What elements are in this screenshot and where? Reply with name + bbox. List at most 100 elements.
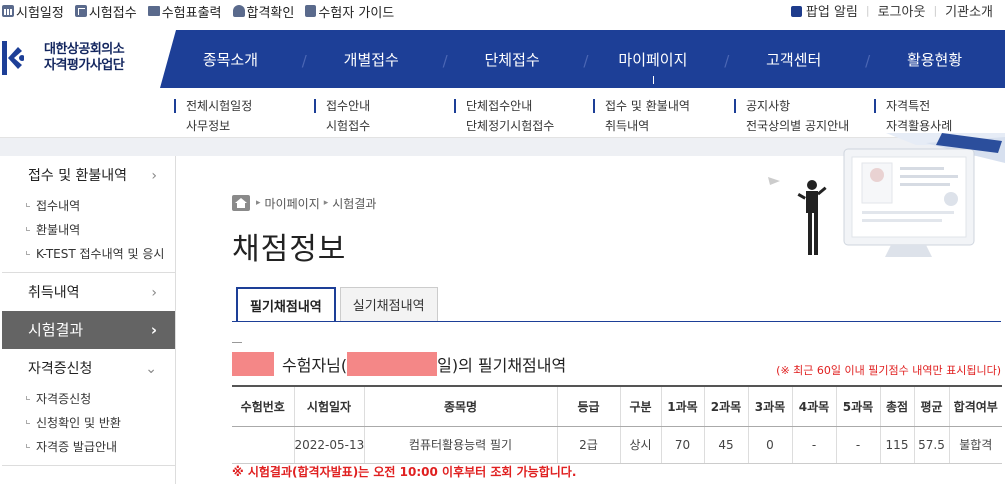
account-links: 팝업 알림 | 로그아웃 | 기관소개 bbox=[783, 0, 1001, 20]
page-title: 채점정보 bbox=[232, 232, 347, 267]
tab-written-scores[interactable]: 필기채점내역 bbox=[236, 287, 336, 322]
hero-illustration bbox=[768, 133, 1005, 257]
sidebar-subitem[interactable]: 환불내역 bbox=[26, 218, 175, 242]
column-header: 시험일자 bbox=[293, 385, 364, 427]
sub-menu-item[interactable]: 접수 및 환불내역 bbox=[605, 96, 690, 116]
popup-alert-link[interactable]: 팝업 알림 bbox=[783, 1, 866, 20]
print-icon bbox=[147, 6, 160, 16]
table-row: 2022-05-13 컴퓨터활용능력 필기 2급 상시 70 45 0 - - … bbox=[232, 426, 1002, 464]
nav-item-group-apply[interactable]: 단체접수 / bbox=[442, 30, 588, 88]
column-header: 합격여부 bbox=[948, 385, 1002, 427]
table-cell: 115 bbox=[879, 426, 914, 464]
recent-notice: (※ 최근 60일 이내 필기점수 내역만 표시됩니다) bbox=[776, 364, 1001, 377]
chevron-right-icon: › bbox=[151, 285, 157, 301]
sidebar-sublist: 자격증신청 신청확인 및 반환 자격증 발급안내 bbox=[2, 387, 175, 459]
nav-item-individual-apply[interactable]: 개별접수 / bbox=[301, 30, 448, 88]
book-icon bbox=[305, 5, 317, 17]
sub-menu-item[interactable]: 전체시험일정 bbox=[186, 96, 252, 116]
calendar-icon bbox=[2, 5, 14, 17]
home-icon[interactable] bbox=[232, 195, 250, 211]
column-header: 종목명 bbox=[363, 385, 557, 427]
column-header: 1과목 bbox=[660, 385, 704, 427]
sidebar-subitem[interactable]: 신청확인 및 반환 bbox=[26, 411, 175, 435]
column-header: 수험번호 bbox=[232, 385, 294, 427]
table-cell: - bbox=[791, 426, 836, 464]
sub-menu-item[interactable]: 단체접수안내 bbox=[466, 96, 554, 116]
sub-menu-col-individual: 접수안내 시험접수 bbox=[314, 96, 370, 136]
breadcrumb-item: 시험결과 bbox=[332, 196, 377, 211]
edit-icon bbox=[74, 5, 87, 17]
column-header: 총점 bbox=[879, 385, 914, 427]
table-cell bbox=[232, 426, 294, 464]
quick-links: 시험일정 시험접수 수험표출력 합격확인 수험자 가이드 bbox=[2, 0, 394, 22]
table-cell: 컴퓨터활용능력 필기 bbox=[363, 426, 557, 464]
breadcrumb: ▸ 마이페이지 ▸ 시험결과 bbox=[232, 194, 376, 212]
nav-item-customer-center[interactable]: 고객센터 / bbox=[723, 30, 870, 88]
chevron-right-icon: › bbox=[150, 321, 157, 339]
column-header: 평균 bbox=[913, 385, 949, 427]
logout-link[interactable]: 로그아웃 bbox=[870, 1, 934, 20]
tab-bar: 필기채점내역 실기채점내역 bbox=[236, 287, 438, 322]
chevron-down-icon: ⌄ bbox=[145, 361, 157, 377]
popup-icon bbox=[790, 5, 802, 17]
sidebar-subitem[interactable]: 자격증 발급안내 bbox=[26, 435, 175, 459]
award-icon bbox=[232, 5, 245, 17]
about-link[interactable]: 기관소개 bbox=[937, 1, 1001, 20]
chevron-right-icon: › bbox=[151, 168, 157, 184]
sidebar-subitem[interactable]: 자격증신청 bbox=[26, 387, 175, 411]
table-cell: 불합격 bbox=[948, 426, 1002, 464]
column-header: 2과목 bbox=[703, 385, 748, 427]
nav-item-usage[interactable]: 활용현황 bbox=[864, 30, 1005, 88]
sidebar-subitem[interactable]: K-TEST 접수내역 및 응시 bbox=[26, 242, 175, 266]
sidebar-item-receipt-refund[interactable]: 접수 및 환불내역 › bbox=[2, 156, 175, 194]
logo-mark-icon bbox=[2, 41, 24, 75]
table-cell: 2급 bbox=[556, 426, 620, 464]
sub-menu-item[interactable]: 단체정기시험접수 bbox=[466, 116, 554, 136]
sidebar-sublist: 접수내역 환불내역 K-TEST 접수내역 및 응시 bbox=[2, 194, 175, 266]
column-header: 5과목 bbox=[835, 385, 880, 427]
nav-item-mypage[interactable]: 마이페이지 / bbox=[582, 30, 729, 88]
logo-line1: 대한상공회의소 bbox=[44, 42, 125, 57]
column-header: 3과목 bbox=[747, 385, 792, 427]
sub-menu: 전체시험일정 사무정보 접수안내 시험접수 단체접수안내 단체정기시험접수 접수… bbox=[0, 88, 1005, 138]
sidebar-item-cert-apply[interactable]: 자격증신청 ⌄ bbox=[2, 349, 175, 387]
sub-menu-item[interactable]: 사무정보 bbox=[186, 116, 252, 136]
sidebar: 접수 및 환불내역 › 접수내역 환불내역 K-TEST 접수내역 및 응시 취득… bbox=[2, 156, 176, 484]
sub-menu-col-mypage: 접수 및 환불내역 취득내역 bbox=[593, 96, 690, 136]
quick-link-exam-schedule[interactable]: 시험일정 bbox=[2, 2, 64, 21]
score-table: 수험번호 시험일자 종목명 등급 구분 1과목 2과목 3과목 4과목 5과목 … bbox=[232, 385, 1002, 464]
column-header: 등급 bbox=[556, 385, 620, 427]
sub-menu-item[interactable]: 자격특전 bbox=[886, 96, 952, 116]
tab-practical-scores[interactable]: 실기채점내역 bbox=[339, 287, 438, 322]
table-cell: 0 bbox=[747, 426, 792, 464]
quick-link-pass-check[interactable]: 합격확인 bbox=[232, 2, 294, 21]
logo-line2: 자격평가사업단 bbox=[44, 58, 125, 73]
sub-menu-item[interactable]: 시험접수 bbox=[326, 116, 370, 136]
table-cell: 70 bbox=[660, 426, 704, 464]
sub-menu-col-customer: 공지사항 전국상의별 공지안내 bbox=[734, 96, 849, 136]
sub-menu-col-subjects: 전체시험일정 사무정보 bbox=[174, 96, 252, 136]
table-cell: 45 bbox=[703, 426, 748, 464]
quick-link-print-ticket[interactable]: 수험표출력 bbox=[147, 2, 222, 21]
quick-link-exam-apply[interactable]: 시험접수 bbox=[74, 2, 137, 21]
sub-menu-item[interactable]: 취득내역 bbox=[605, 116, 690, 136]
sidebar-item-acquired[interactable]: 취득내역 › bbox=[2, 273, 175, 311]
table-cell: 상시 bbox=[619, 426, 661, 464]
table-header-row: 수험번호 시험일자 종목명 등급 구분 1과목 2과목 3과목 4과목 5과목 … bbox=[232, 385, 1002, 427]
sidebar-item-exam-result[interactable]: 시험결과 › bbox=[2, 311, 175, 349]
sub-menu-item[interactable]: 접수안내 bbox=[326, 96, 370, 116]
chevron-right-icon: ▸ bbox=[256, 198, 261, 208]
breadcrumb-item[interactable]: 마이페이지 bbox=[265, 195, 320, 212]
masked-date bbox=[347, 352, 438, 376]
top-utility-bar: 시험일정 시험접수 수험표출력 합격확인 수험자 가이드 팝업 알림 | 로그아… bbox=[0, 0, 1005, 30]
table-cell: 2022-05-13 bbox=[293, 426, 364, 464]
quick-link-guide[interactable]: 수험자 가이드 bbox=[305, 2, 394, 21]
table-cell: - bbox=[835, 426, 880, 464]
candidate-heading: 수험자님( 일)의 필기채점내역 bbox=[232, 351, 566, 377]
nav-item-subjects[interactable]: 종목소개 / bbox=[160, 30, 307, 88]
sub-menu-item[interactable]: 공지사항 bbox=[746, 96, 849, 116]
logo[interactable]: 대한상공회의소 자격평가사업단 bbox=[0, 30, 160, 88]
sub-menu-col-group: 단체접수안내 단체정기시험접수 bbox=[454, 96, 554, 136]
main-navigation: 대한상공회의소 자격평가사업단 종목소개 / 개별접수 / 단체접수 / 마이페이지 /… bbox=[0, 30, 1005, 88]
sidebar-subitem[interactable]: 접수내역 bbox=[26, 194, 175, 218]
